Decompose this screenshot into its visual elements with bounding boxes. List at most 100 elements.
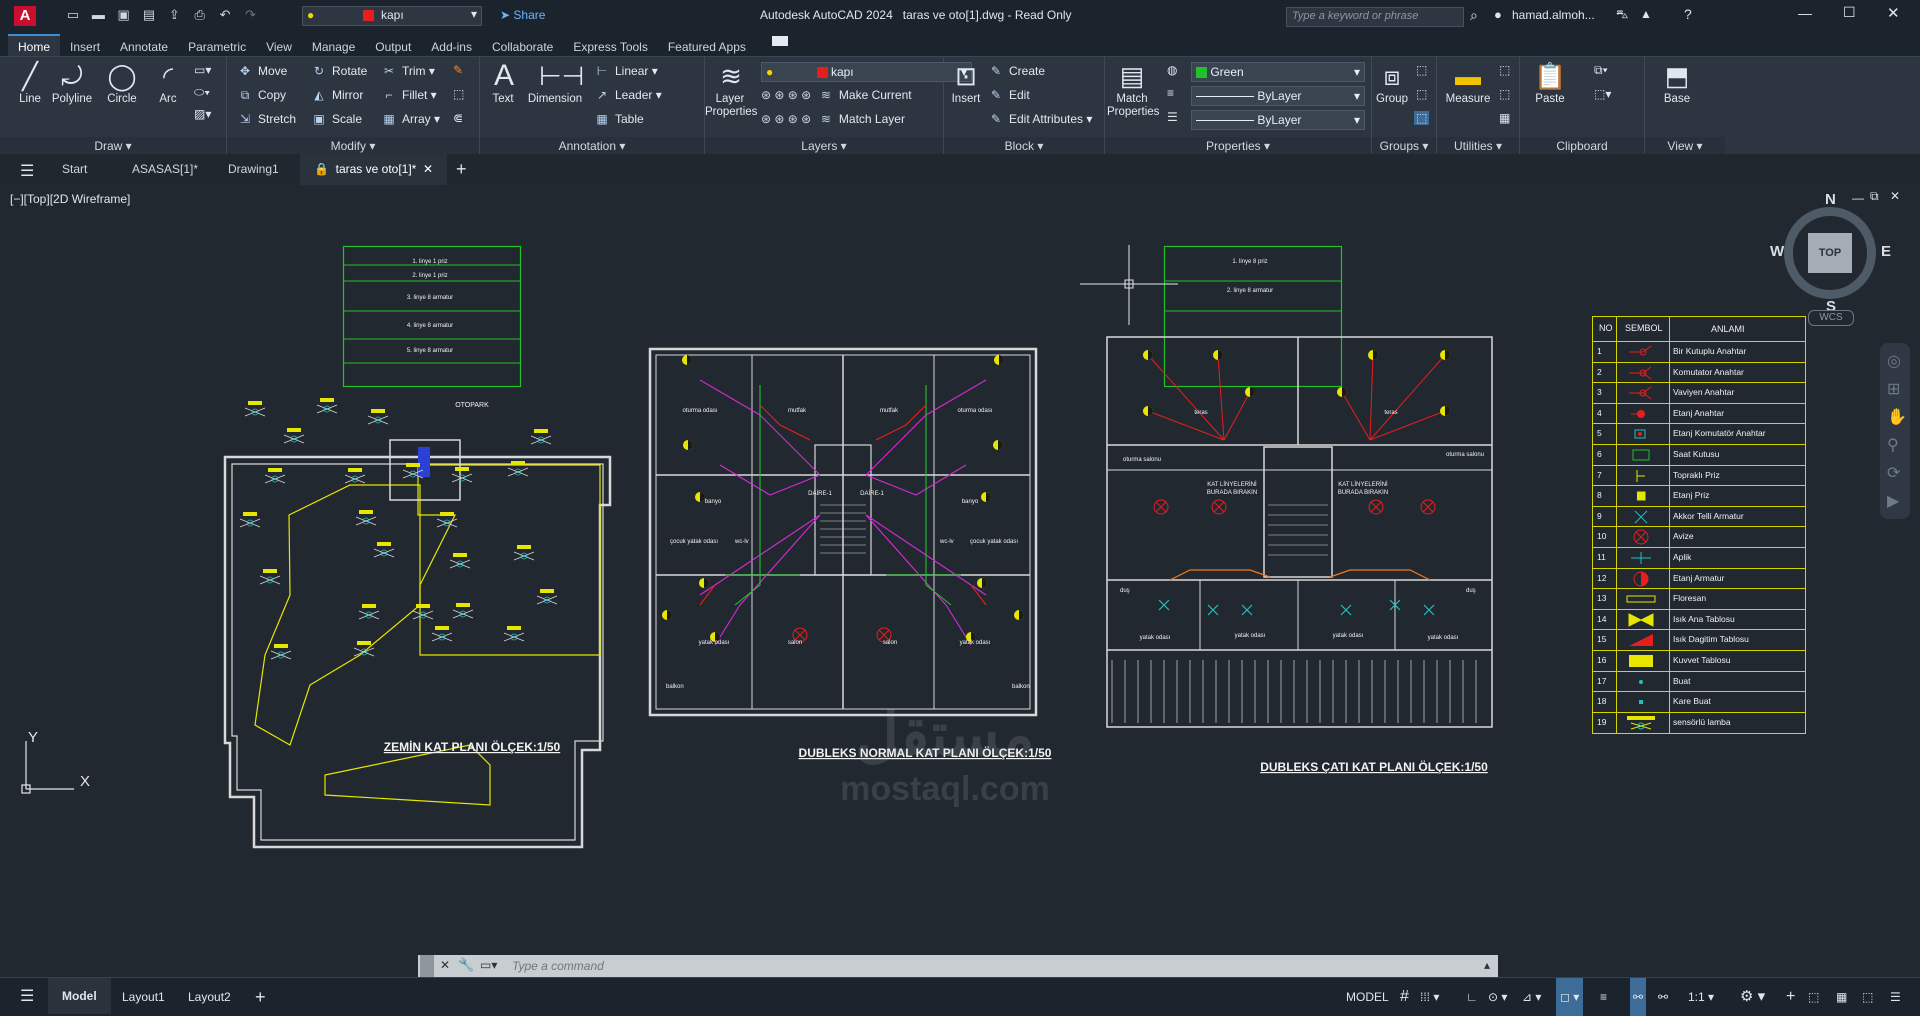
command-input[interactable]: [510, 955, 1474, 977]
save-as-icon[interactable]: ▤: [140, 7, 158, 23]
base-button[interactable]: ⬒ Base: [1657, 61, 1697, 105]
group-edit-icon[interactable]: ⬚: [1416, 87, 1427, 101]
zoom-extents-icon[interactable]: ⊞: [1887, 379, 1900, 399]
customize-icon[interactable]: 🔧: [458, 957, 474, 973]
properties-panel-title[interactable]: Properties ▾: [1105, 137, 1371, 155]
arc-button[interactable]: ◜ Arc: [148, 61, 188, 105]
ribbon-tab-featured-apps[interactable]: Featured Apps: [658, 36, 756, 58]
leader-button[interactable]: ↗ Leader ▾: [594, 85, 662, 105]
trim-button[interactable]: ✂ Trim ▾: [381, 61, 435, 81]
layer-properties-button[interactable]: ≋ Layer Properties: [705, 61, 757, 119]
close-tab-icon[interactable]: ✕: [423, 162, 433, 176]
measure-button[interactable]: ▬ Measure: [1443, 61, 1493, 105]
rectangle-icon[interactable]: ▭▾: [194, 63, 211, 77]
modify-panel-title[interactable]: Modify ▾: [227, 137, 479, 155]
make-current-button[interactable]: ≋ Make Current: [818, 88, 912, 102]
ribbon-tab-view[interactable]: View: [256, 36, 302, 58]
circle-button[interactable]: ◯ Circle: [100, 61, 144, 105]
groups-panel-title[interactable]: Groups ▾: [1372, 137, 1436, 155]
draw-panel-title[interactable]: Draw ▾: [0, 137, 226, 155]
layout-menu-icon[interactable]: ☰: [20, 978, 34, 1016]
hatch-icon[interactable]: ⬭▾: [194, 85, 210, 100]
new-tab-icon[interactable]: +: [456, 159, 467, 180]
help-icon[interactable]: ?: [1684, 6, 1692, 22]
redo-icon[interactable]: ↷: [241, 7, 259, 23]
save-icon[interactable]: ▣: [115, 7, 133, 23]
match-layer-button[interactable]: ≋ Match Layer: [818, 112, 905, 126]
customization-icon[interactable]: ☰: [1890, 978, 1901, 1016]
scale-button[interactable]: ▣ Scale: [311, 109, 362, 129]
paste-button[interactable]: 📋 Paste: [1530, 61, 1570, 105]
tab-start[interactable]: Start: [48, 154, 101, 185]
utilities-panel-title[interactable]: Utilities ▾: [1437, 137, 1519, 155]
cart-icon[interactable]: ⛍: [1616, 7, 1628, 23]
snap-icon[interactable]: ⁞⁞⁞ ▾: [1420, 978, 1439, 1016]
ungroup-icon[interactable]: ⬚: [1416, 63, 1427, 77]
help-search-input[interactable]: Type a keyword or phrase: [1286, 7, 1464, 27]
minimize-icon[interactable]: —: [1798, 5, 1812, 21]
close-icon[interactable]: ✕: [1887, 4, 1900, 22]
showmotion-icon[interactable]: ▶: [1887, 491, 1899, 511]
isolate-icon[interactable]: ▦: [1836, 978, 1847, 1016]
ribbon-tab-add-ins[interactable]: Add-ins: [421, 36, 482, 58]
explode-icon[interactable]: ⬚: [453, 87, 464, 101]
osnap-icon[interactable]: ◻ ▾: [1556, 978, 1584, 1016]
pan-icon[interactable]: ✋: [1887, 407, 1907, 427]
tab-model[interactable]: Model: [48, 978, 111, 1014]
menu-icon[interactable]: ☰: [20, 161, 34, 181]
apps-icon[interactable]: ▲: [1640, 7, 1652, 21]
isodraft-icon[interactable]: ⊿ ▾: [1522, 978, 1541, 1016]
settings-gear-icon[interactable]: ⚙ ▾: [1740, 978, 1765, 1016]
model-space-toggle[interactable]: MODEL: [1346, 978, 1389, 1016]
ribbon-tab-parametric[interactable]: Parametric: [178, 36, 256, 58]
copy-button[interactable]: ⧉ Copy: [237, 85, 286, 105]
insert-button[interactable]: ⊡ Insert: [948, 61, 984, 105]
plot-icon[interactable]: ⎙: [191, 7, 209, 23]
annotation-visibility-icon[interactable]: ⚯: [1630, 978, 1647, 1016]
zoom-icon[interactable]: ⚲: [1887, 435, 1899, 455]
search-icon[interactable]: ⌕: [1470, 7, 1478, 24]
close-command-icon[interactable]: ✕: [440, 958, 450, 972]
table-button[interactable]: ▦ Table: [594, 109, 643, 129]
wcs-dropdown[interactable]: WCS: [1808, 310, 1854, 326]
copy-clip-icon[interactable]: ⧉▾: [1594, 63, 1608, 78]
undo-icon[interactable]: ↶: [216, 7, 234, 23]
plus-icon[interactable]: +: [1786, 978, 1795, 1016]
array-button[interactable]: ▦ Array ▾: [381, 109, 440, 129]
mirror-button[interactable]: ◭ Mirror: [311, 85, 363, 105]
add-layout-icon[interactable]: +: [255, 978, 266, 1016]
performance-icon[interactable]: ⬚: [1808, 978, 1819, 1016]
orbit-icon[interactable]: ⟳: [1887, 463, 1900, 483]
clipboard-panel-title[interactable]: Clipboard: [1520, 137, 1644, 155]
annotation-scale[interactable]: 1:1 ▾: [1688, 978, 1714, 1016]
dimension-button[interactable]: ⊢⊣ Dimension: [524, 61, 586, 105]
quick-select-icon[interactable]: ⬚: [1499, 63, 1510, 77]
ribbon-toggle-icon[interactable]: [772, 36, 788, 46]
stretch-button[interactable]: ⇲ Stretch: [237, 109, 296, 129]
select-all-icon[interactable]: ⬚: [1499, 87, 1510, 101]
edit-attributes-button[interactable]: ✎ Edit Attributes ▾: [988, 109, 1092, 129]
tab-layout1[interactable]: Layout1: [122, 978, 165, 1016]
tab-drawing1[interactable]: Drawing1: [214, 154, 293, 185]
tab-taras[interactable]: 🔒 taras ve oto[1]* ✕: [300, 154, 448, 185]
boundary-icon[interactable]: ▨▾: [194, 107, 211, 121]
erase-icon[interactable]: ✎: [453, 63, 463, 77]
command-history-icon[interactable]: ▴: [1484, 958, 1490, 972]
layers-panel-title[interactable]: Layers ▾: [705, 137, 943, 155]
drawing-canvas[interactable]: [−][Top][2D Wireframe] — ⧉ ✕ 1. linye 1 …: [0, 185, 1920, 977]
layer-dropdown[interactable]: ● kapı ▾: [761, 62, 972, 82]
lineweight-toggle-icon[interactable]: ≡: [1600, 978, 1607, 1016]
text-button[interactable]: A Text: [488, 61, 518, 106]
clean-screen-icon[interactable]: ⬚: [1862, 978, 1873, 1016]
viewcube[interactable]: TOP N S E W: [1770, 191, 1891, 315]
annotation-panel-title[interactable]: Annotation ▾: [480, 137, 704, 155]
view-panel-title[interactable]: View ▾: [1645, 137, 1725, 155]
linetype-dropdown[interactable]: ByLayer ▾: [1191, 86, 1365, 106]
edit-block-button[interactable]: ✎ Edit: [988, 85, 1030, 105]
upload-icon[interactable]: ⇪: [165, 7, 183, 23]
tab-asasas[interactable]: ASASAS[1]*: [118, 154, 212, 185]
rotate-button[interactable]: ↻ Rotate: [311, 61, 367, 81]
viewcube-n[interactable]: N: [1825, 191, 1836, 208]
cut-icon[interactable]: ⬚▾: [1594, 87, 1611, 101]
viewcube-top-face[interactable]: TOP: [1808, 233, 1852, 273]
